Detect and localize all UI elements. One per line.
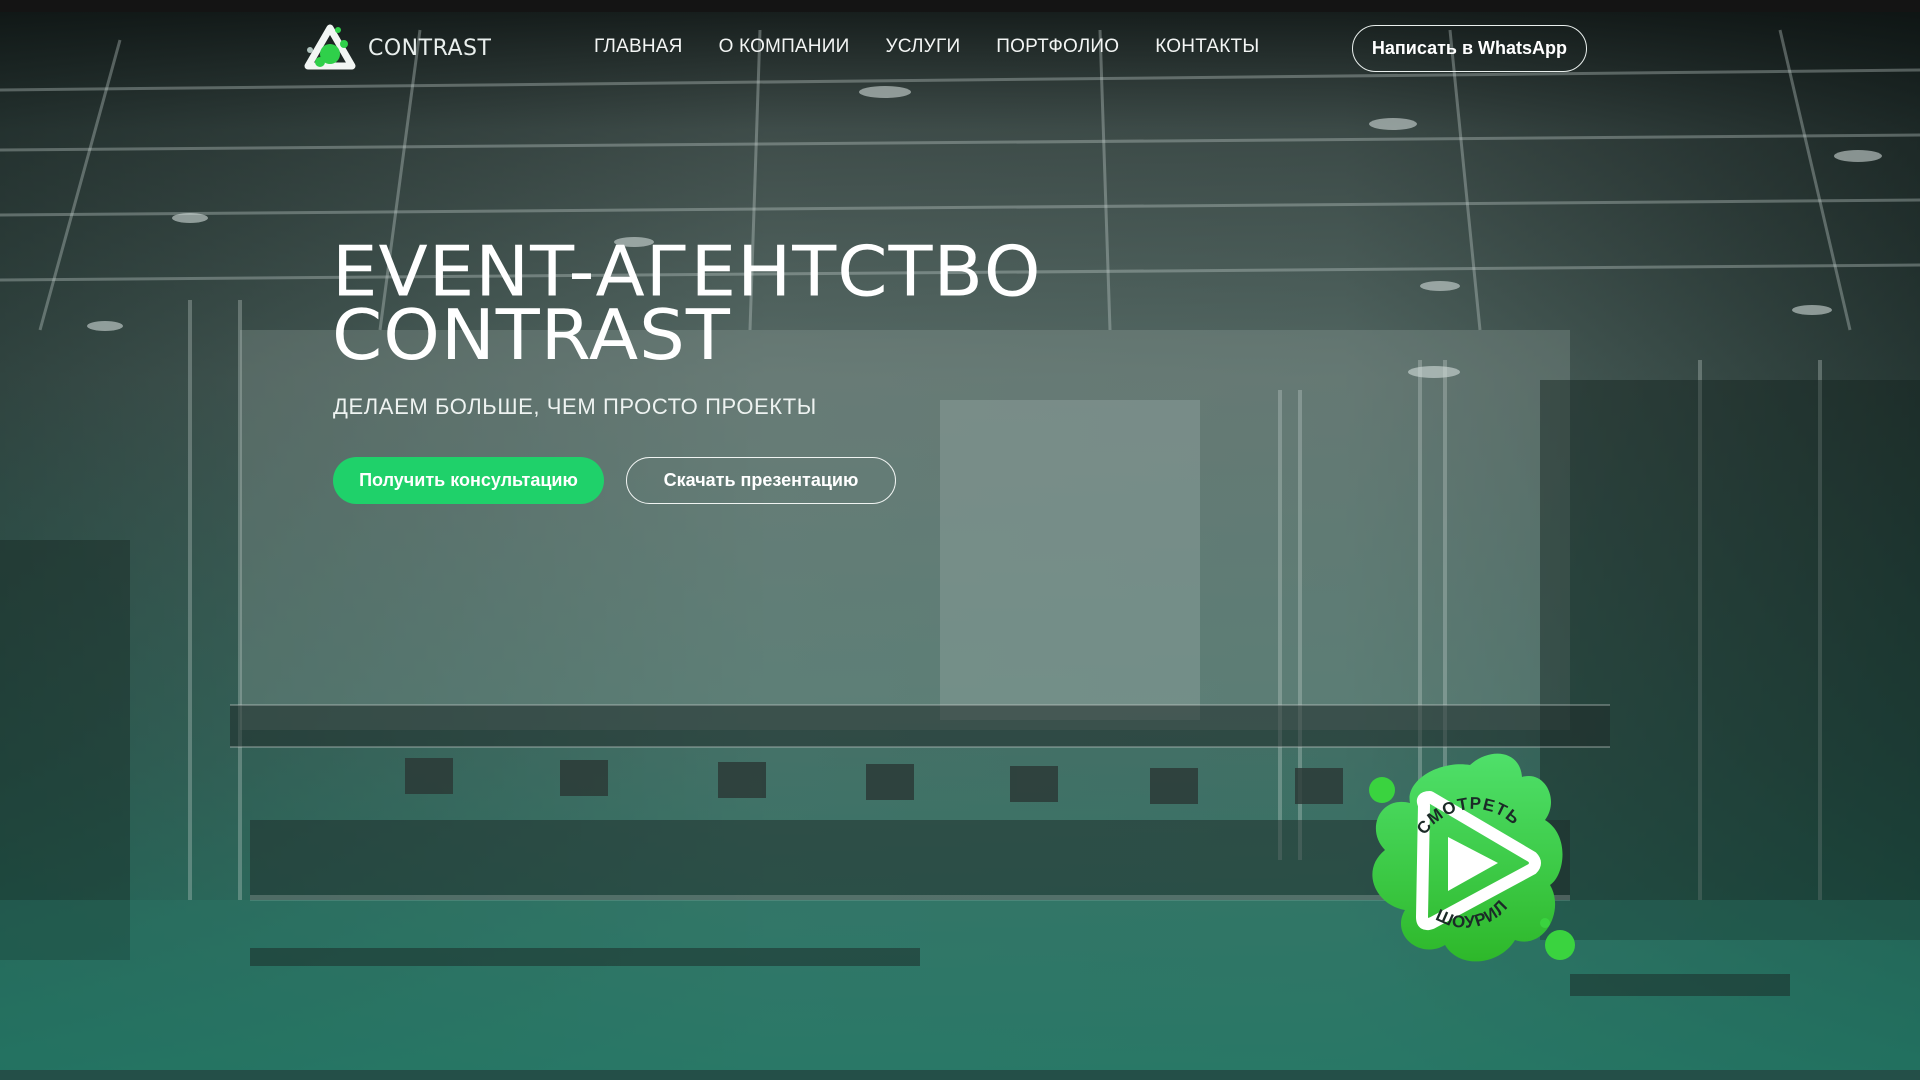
- contrast-logo-icon: [300, 20, 366, 76]
- get-consultation-button[interactable]: Получить консультацию: [333, 457, 604, 504]
- hall-illustration: [0, 29, 1920, 1080]
- logo[interactable]: CONTRAST: [300, 20, 520, 76]
- site-header: CONTRAST ГЛАВНАЯ О КОМПАНИИ УСЛУГИ ПОРТФ…: [0, 12, 1920, 84]
- download-presentation-button[interactable]: Скачать презентацию: [626, 457, 896, 504]
- nav-item-about[interactable]: О КОМПАНИИ: [719, 36, 850, 58]
- green-splash-icon: СМОТРЕТЬ ШОУРИЛ: [1369, 753, 1575, 962]
- hero-subtitle: ДЕЛАЕМ БОЛЬШЕ, ЧЕМ ПРОСТО ПРОЕКТЫ: [333, 394, 817, 419]
- hero-title: EVENT-АГЕНТСТВО CONTRAST: [332, 237, 1042, 376]
- nav-item-services[interactable]: УСЛУГИ: [885, 36, 960, 58]
- logo-text: CONTRAST: [368, 35, 492, 61]
- hero-title-line-2: CONTRAST: [332, 294, 731, 376]
- nav-item-contacts[interactable]: КОНТАКТЫ: [1155, 36, 1259, 58]
- hero-background: [0, 0, 1920, 1080]
- nav-item-home[interactable]: ГЛАВНАЯ: [594, 36, 683, 58]
- main-nav: ГЛАВНАЯ О КОМПАНИИ УСЛУГИ ПОРТФОЛИО КОНТ…: [594, 36, 1295, 58]
- whatsapp-button[interactable]: Написать в WhatsApp: [1352, 25, 1587, 72]
- top-strip: [0, 0, 1920, 12]
- bottom-strip: [0, 1070, 1920, 1080]
- showreel-button[interactable]: СМОТРЕТЬ ШОУРИЛ: [1350, 745, 1590, 975]
- nav-item-portfolio[interactable]: ПОРТФОЛИО: [996, 36, 1119, 58]
